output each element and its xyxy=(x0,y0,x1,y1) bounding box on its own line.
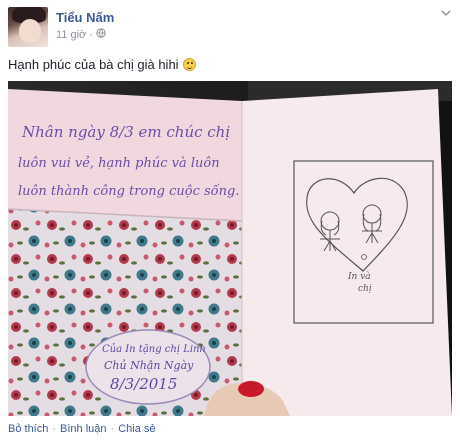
post-header: Tiểu Nấm 11 giờ · xyxy=(8,7,452,47)
author-name[interactable]: Tiểu Nấm xyxy=(56,10,114,25)
chevron-down-icon[interactable] xyxy=(440,9,452,19)
post-timestamp[interactable]: 11 giờ xyxy=(56,29,86,41)
envelope-line1: Của In tặng chị Linh xyxy=(102,344,206,355)
drawing-caption-line2: chị xyxy=(358,284,372,294)
card-message-line1: Nhân ngày 8/3 em chúc chị xyxy=(21,123,230,141)
envelope-line2: Chủ Nhận Ngày xyxy=(104,359,194,372)
card-message-line3: luôn thành công trong cuộc sống. xyxy=(18,183,239,199)
avatar[interactable] xyxy=(8,7,48,47)
action-separator: · xyxy=(110,423,115,435)
envelope-label: Của In tặng chị Linh Chủ Nhận Ngày 8/3/2… xyxy=(85,329,211,405)
feed-post: Tiểu Nấm 11 giờ · Hạnh phúc của bà chị g… xyxy=(0,0,460,446)
card-photo: Nhân ngày 8/3 em chúc chị luôn vui vẻ, h… xyxy=(8,81,452,416)
comment-button[interactable]: Bình luận xyxy=(60,423,106,435)
share-button[interactable]: Chia sẻ xyxy=(118,423,155,435)
status-text: Hạnh phúc của bà chị già hihi xyxy=(8,57,179,72)
post-status: Hạnh phúc của bà chị già hihi xyxy=(8,57,196,72)
post-actions: Bỏ thích · Bình luận · Chia sẻ xyxy=(8,423,155,435)
action-separator: · xyxy=(52,423,57,435)
unlike-button[interactable]: Bỏ thích xyxy=(8,423,48,435)
post-meta: 11 giờ · xyxy=(56,28,106,41)
drawing-caption-line1: In và xyxy=(347,271,371,282)
post-photo[interactable]: Nhân ngày 8/3 em chúc chị luôn vui vẻ, h… xyxy=(8,81,452,416)
card-message-line2: luôn vui vẻ, hạnh phúc và luôn xyxy=(18,156,220,171)
smiley-icon xyxy=(182,58,196,71)
globe-icon[interactable] xyxy=(96,28,106,41)
envelope-line3: 8/3/2015 xyxy=(110,375,177,393)
